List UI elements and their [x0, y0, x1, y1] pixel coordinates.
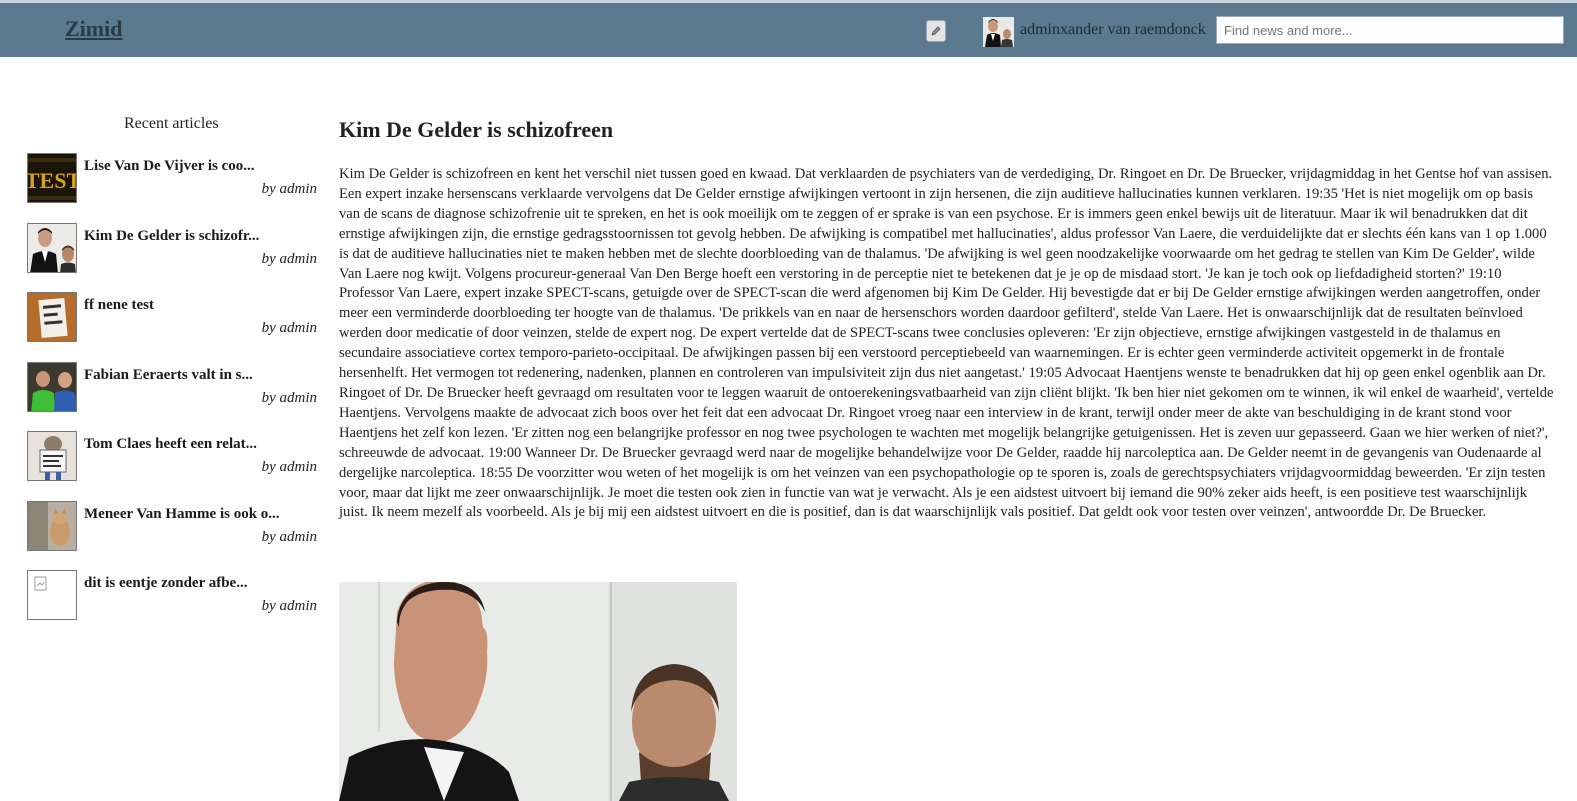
- list-item[interactable]: TEST Lise Van De Vijver is coo... by adm…: [27, 153, 317, 205]
- article-thumbnail[interactable]: [27, 292, 77, 342]
- sidebar-title: Recent articles: [124, 115, 219, 132]
- user-avatar[interactable]: [983, 17, 1014, 47]
- article-title-link[interactable]: dit is eentje zonder afbe...: [84, 575, 247, 592]
- article-byline: by admin: [261, 181, 317, 197]
- search-input[interactable]: [1216, 16, 1564, 44]
- article-heading: Kim De Gelder is schizofreen: [339, 117, 614, 142]
- article-title-link[interactable]: Fabian Eeraerts valt in s...: [84, 367, 253, 384]
- pencil-icon: [931, 26, 941, 36]
- list-item[interactable]: ff nene test by admin: [27, 292, 317, 344]
- article-byline: by admin: [261, 320, 317, 336]
- article-byline: by admin: [261, 598, 317, 614]
- svg-text:TEST: TEST: [28, 168, 77, 193]
- list-item[interactable]: Kim De Gelder is schizofr... by admin: [27, 223, 317, 275]
- article-thumbnail[interactable]: TEST: [27, 153, 77, 203]
- article-thumbnail[interactable]: [27, 431, 77, 481]
- article-byline: by admin: [261, 390, 317, 406]
- article-thumbnail[interactable]: [27, 223, 77, 273]
- article-title-link[interactable]: Lise Van De Vijver is coo...: [84, 158, 255, 175]
- list-item[interactable]: Meneer Van Hamme is ook o... by admin: [27, 501, 317, 553]
- edit-button[interactable]: [926, 20, 946, 42]
- article-byline: by admin: [261, 251, 317, 267]
- article-thumbnail[interactable]: [27, 570, 77, 620]
- article-byline: by admin: [261, 459, 317, 475]
- article-thumbnail[interactable]: [27, 501, 77, 551]
- article-content: Kim De Gelder is schizofreen Kim De Geld…: [339, 117, 1554, 520]
- list-item[interactable]: Fabian Eeraerts valt in s... by admin: [27, 362, 317, 414]
- top-bar: Zimid adminxander van raemdonck: [0, 0, 1577, 57]
- list-item[interactable]: dit is eentje zonder afbe... by admin: [27, 570, 317, 622]
- article-image: [339, 582, 737, 801]
- article-thumbnail[interactable]: [27, 362, 77, 412]
- broken-image-icon: [34, 576, 47, 591]
- article-byline: by admin: [261, 529, 317, 545]
- article-title-link[interactable]: ff nene test: [84, 297, 154, 314]
- site-logo[interactable]: Zimid: [65, 16, 122, 42]
- article-title-link[interactable]: Kim De Gelder is schizofr...: [84, 228, 259, 245]
- article-title-link[interactable]: Tom Claes heeft een relat...: [84, 436, 257, 453]
- article-title-link[interactable]: Meneer Van Hamme is ook o...: [84, 506, 280, 523]
- username-link[interactable]: adminxander van raemdonck: [1020, 21, 1206, 39]
- list-item[interactable]: Tom Claes heeft een relat... by admin: [27, 431, 317, 483]
- article-body: Kim De Gelder is schizofreen en kent het…: [339, 166, 1554, 521]
